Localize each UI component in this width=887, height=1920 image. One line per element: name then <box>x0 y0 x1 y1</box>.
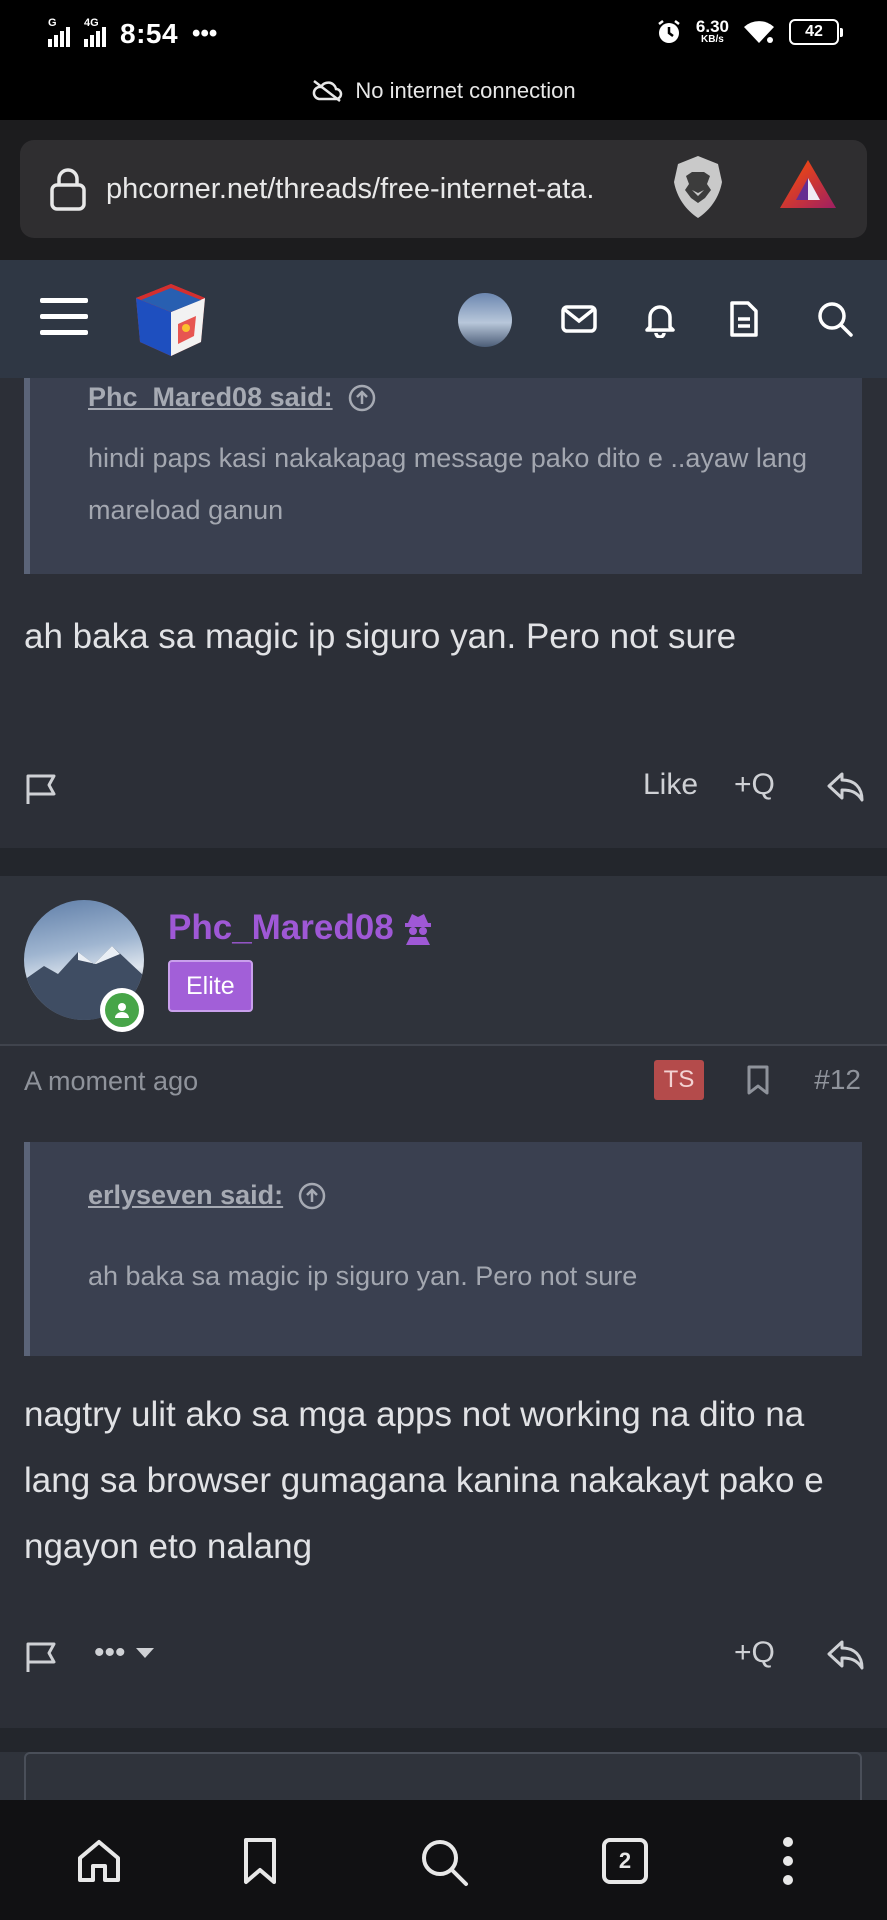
tabs-button[interactable]: 2 <box>602 1838 648 1884</box>
menu-icon[interactable] <box>40 298 88 346</box>
more-dots[interactable]: ••• <box>94 1636 126 1670</box>
quote-text: hindi paps kasi nakakapag message pako d… <box>88 443 807 525</box>
bell-icon[interactable] <box>641 300 679 338</box>
arrow-up-circle-icon[interactable] <box>297 1181 327 1211</box>
user-rank-badge: Elite <box>168 960 253 1012</box>
cloud-off-icon <box>313 80 343 102</box>
post-12: A moment ago TS #12 erlyseven said: ah b… <box>0 1046 887 1728</box>
quote-author-link[interactable]: erlyseven said: <box>88 1180 327 1211</box>
spy-icon <box>404 914 431 945</box>
like-button[interactable]: Like <box>643 768 698 802</box>
post-actions: ••• +Q <box>0 1634 887 1682</box>
quote-author[interactable]: erlyseven said: <box>88 1180 283 1211</box>
signal-icon-2: 4G <box>84 17 106 47</box>
document-icon[interactable] <box>726 300 762 338</box>
address-bar[interactable]: phcorner.net/threads/free-internet-ata. <box>20 140 867 238</box>
post-author-bar: Phc_Mared08 Elite <box>0 876 887 1046</box>
url-text[interactable]: phcorner.net/threads/free-internet-ata. <box>106 173 646 206</box>
bookmark-nav-icon[interactable] <box>240 1836 280 1886</box>
post-time[interactable]: A moment ago <box>24 1066 198 1097</box>
mail-icon[interactable] <box>560 300 598 338</box>
thread-content: Phc_Mared08 said: hindi paps kasi nakaka… <box>0 378 887 1800</box>
clock: 8:54 <box>120 18 179 49</box>
no-internet-text: No internet connection <box>355 78 576 103</box>
quote-author-link[interactable]: Phc_Mared08 said: <box>88 382 377 413</box>
post-previous: Phc_Mared08 said: hindi paps kasi nakaka… <box>0 378 887 848</box>
search-icon[interactable] <box>816 300 854 338</box>
online-status-icon <box>100 988 144 1032</box>
bookmark-icon[interactable] <box>746 1064 770 1096</box>
post-body: ah baka sa magic ip siguro yan. Pero not… <box>24 617 737 656</box>
author-username[interactable]: Phc_Mared08 <box>168 908 434 948</box>
notification-dots: ••• <box>192 20 218 47</box>
post-body: nagtry ulit ako sa mga apps not working … <box>24 1395 824 1566</box>
reply-editor[interactable] <box>24 1752 862 1800</box>
site-logo[interactable] <box>128 276 214 362</box>
quote-author[interactable]: Phc_Mared08 said: <box>88 382 333 413</box>
brave-shields-icon[interactable] <box>670 154 726 220</box>
reply-area <box>0 1752 887 1800</box>
reply-icon[interactable] <box>826 1638 864 1672</box>
wifi-icon <box>744 20 774 43</box>
quote-button[interactable]: +Q <box>734 1636 775 1670</box>
more-actions-button[interactable]: ••• <box>94 1636 156 1670</box>
site-header <box>0 260 887 378</box>
report-flag-icon[interactable] <box>24 1640 60 1674</box>
reply-icon[interactable] <box>826 770 864 804</box>
quote-block: erlyseven said: ah baka sa magic ip sigu… <box>24 1142 862 1356</box>
user-avatar[interactable] <box>458 293 512 347</box>
battery-icon: 42 <box>789 18 843 45</box>
network-speed: 6.30 KB/s <box>695 17 729 45</box>
quote-block: Phc_Mared08 said: hindi paps kasi nakaka… <box>24 378 862 574</box>
thread-starter-badge: TS <box>654 1060 704 1100</box>
lock-icon[interactable] <box>48 167 88 211</box>
post-actions: Like +Q <box>0 766 887 814</box>
arrow-up-circle-icon[interactable] <box>347 383 377 413</box>
brave-rewards-icon[interactable] <box>778 156 838 212</box>
browser-bottom-nav: 2 <box>0 1800 887 1920</box>
browser-toolbar: phcorner.net/threads/free-internet-ata. <box>0 120 887 260</box>
no-internet-banner: No internet connection <box>0 78 887 104</box>
post-number[interactable]: #12 <box>814 1064 861 1096</box>
alarm-icon <box>658 19 680 43</box>
quote-button[interactable]: +Q <box>734 768 775 802</box>
signal-icon-1: G <box>48 17 70 47</box>
search-nav-icon[interactable] <box>418 1836 470 1888</box>
quote-text: ah baka sa magic ip siguro yan. Pero not… <box>88 1261 638 1291</box>
home-icon[interactable] <box>74 1836 124 1886</box>
report-flag-icon[interactable] <box>24 772 60 806</box>
status-bar: G 4G 8:54 ••• 6.30 KB/s 42 No internet c… <box>0 0 887 120</box>
more-menu-icon[interactable] <box>780 1836 796 1886</box>
caret-down-icon[interactable] <box>134 1646 156 1660</box>
username-text[interactable]: Phc_Mared08 <box>168 908 394 948</box>
